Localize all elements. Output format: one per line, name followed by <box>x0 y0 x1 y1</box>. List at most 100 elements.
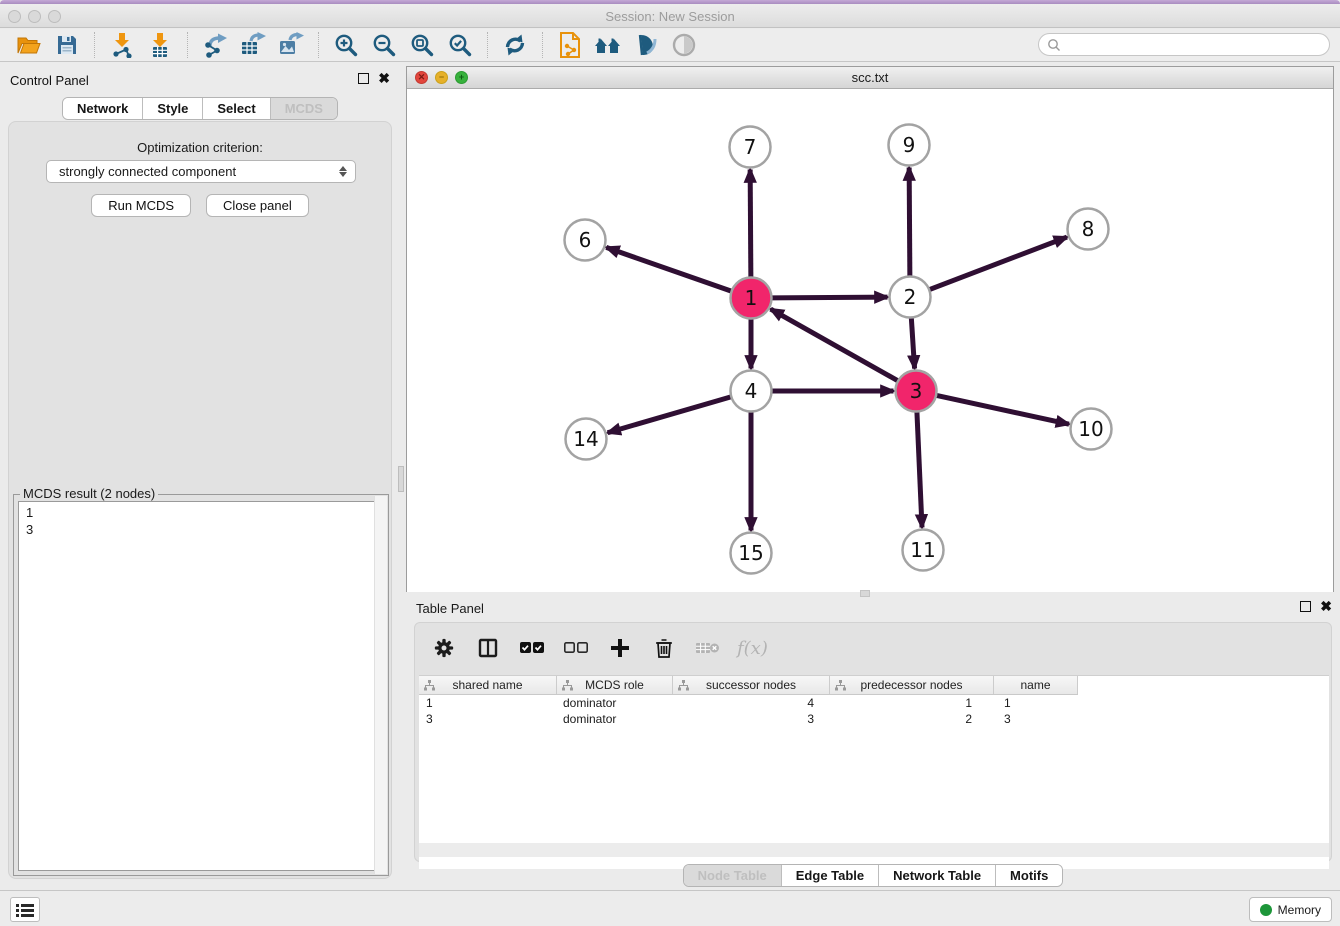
first-neighbors-icon[interactable] <box>593 31 623 59</box>
network-window-titlebar[interactable]: ✕ − + scc.txt <box>407 67 1333 89</box>
export-network-icon[interactable] <box>200 31 230 59</box>
column-header-name[interactable]: name <box>994 676 1078 694</box>
attribute-type-icon <box>562 680 573 691</box>
delete-icon[interactable] <box>649 634 679 662</box>
column-header-predecessor-nodes[interactable]: predecessor nodes <box>830 676 994 694</box>
close-panel-icon[interactable]: ✖ <box>378 73 390 84</box>
style-brush-icon[interactable] <box>631 31 661 59</box>
attribute-type-icon <box>678 680 689 691</box>
network-graph-canvas[interactable]: 7968124314101511 <box>407 89 1333 592</box>
toolbar-separator <box>542 32 543 58</box>
search-icon <box>1047 38 1061 52</box>
import-table-icon[interactable] <box>145 31 175 59</box>
mcds-result-scrollbar[interactable] <box>374 496 387 874</box>
column-header-mcds-role[interactable]: MCDS role <box>557 676 673 694</box>
export-image-icon[interactable] <box>276 31 306 59</box>
column-header-successor-nodes[interactable]: successor nodes <box>673 676 830 694</box>
table-toolbar: f(x) <box>429 631 768 665</box>
tab-style[interactable]: Style <box>143 98 203 119</box>
search-input[interactable] <box>1061 38 1329 52</box>
apply-layout-icon[interactable] <box>500 31 530 59</box>
toolbar-separator <box>94 32 95 58</box>
graph-edge-4-14[interactable] <box>608 397 732 433</box>
graph-edge-1-6[interactable] <box>606 247 731 291</box>
graph-edge-3-1[interactable] <box>771 309 899 381</box>
network-from-selection-icon[interactable] <box>555 31 585 59</box>
criterion-select[interactable]: strongly connected component <box>46 160 356 183</box>
float-panel-icon[interactable] <box>358 73 369 84</box>
tab-motifs[interactable]: Motifs <box>996 865 1062 886</box>
close-panel-button[interactable]: Close panel <box>206 194 309 217</box>
zoom-selected-icon[interactable] <box>445 31 475 59</box>
graph-edge-1-2[interactable] <box>771 297 887 298</box>
import-network-icon[interactable] <box>107 31 137 59</box>
graph-node-label: 10 <box>1078 417 1103 441</box>
table-hscroll-track[interactable] <box>419 843 1329 857</box>
search-field[interactable] <box>1038 33 1330 56</box>
attribute-type-icon <box>835 680 846 691</box>
graphics-details-icon[interactable] <box>669 31 699 59</box>
select-all-icon[interactable] <box>517 634 547 662</box>
column-panel-icon[interactable] <box>473 634 503 662</box>
open-file-icon[interactable] <box>14 31 44 59</box>
table-tabs: Node Table Edge Table Network Table Moti… <box>406 864 1340 887</box>
close-panel-icon[interactable]: ✖ <box>1320 601 1332 612</box>
node-table[interactable]: shared name MCDS role successor nodes pr… <box>419 675 1329 869</box>
table-cell: 1 <box>419 695 557 711</box>
add-column-icon[interactable] <box>605 634 635 662</box>
window-title: Session: New Session <box>0 9 1340 24</box>
graph-edge-3-10[interactable] <box>936 395 1069 424</box>
table-row[interactable]: 1dominator411 <box>419 695 1329 711</box>
graph-node-label: 8 <box>1082 217 1095 241</box>
tab-select[interactable]: Select <box>203 98 270 119</box>
table-cell: 4 <box>673 695 830 711</box>
node-table-panel: f(x) shared name MCDS role successor nod… <box>414 622 1332 862</box>
table-row[interactable]: 3dominator323 <box>419 711 1329 727</box>
table-body[interactable]: 1dominator4113dominator323 <box>419 695 1329 727</box>
select-stepper-icon <box>339 166 347 177</box>
optimization-criterion-label: Optimization criterion: <box>9 140 391 155</box>
graph-edge-3-11[interactable] <box>917 411 922 527</box>
gear-icon[interactable] <box>429 634 459 662</box>
graph-node-label: 9 <box>903 133 916 157</box>
horizontal-splitter-handle[interactable] <box>860 590 870 597</box>
graph-edge-2-9[interactable] <box>909 167 910 276</box>
run-mcds-button[interactable]: Run MCDS <box>91 194 191 217</box>
float-panel-icon[interactable] <box>1300 601 1311 612</box>
table-panel-title: Table Panel <box>416 601 484 616</box>
column-header-shared-name[interactable]: shared name <box>419 676 557 694</box>
task-history-button[interactable] <box>10 897 40 922</box>
network-view-window: ✕ − + scc.txt 7968124314101511 <box>406 66 1334 592</box>
tab-network[interactable]: Network <box>63 98 143 119</box>
table-header-row: shared name MCDS role successor nodes pr… <box>419 676 1078 695</box>
zoom-out-icon[interactable] <box>369 31 399 59</box>
graph-node-label: 11 <box>910 538 935 562</box>
list-icon <box>16 903 34 917</box>
graph-edge-1-7[interactable] <box>750 169 751 277</box>
tab-network-table[interactable]: Network Table <box>879 865 996 886</box>
control-panel-header: Control Panel ✖ <box>0 66 400 96</box>
zoom-fit-icon[interactable] <box>407 31 437 59</box>
graph-edge-2-8[interactable] <box>929 237 1067 290</box>
table-panel-header: Table Panel ✖ <box>406 598 1340 622</box>
tab-node-table[interactable]: Node Table <box>684 865 782 886</box>
vertical-splitter-handle[interactable] <box>398 466 404 492</box>
delete-table-icon <box>693 634 723 662</box>
tab-mcds[interactable]: MCDS <box>271 98 337 119</box>
table-cell: 1 <box>830 695 994 711</box>
deselect-all-icon[interactable] <box>561 634 591 662</box>
main-toolbar <box>0 29 1340 62</box>
function-builder-icon: f(x) <box>737 638 768 659</box>
mcds-result-text[interactable]: 1 3 <box>18 501 384 871</box>
graph-edge-2-3[interactable] <box>911 317 914 368</box>
tab-edge-table[interactable]: Edge Table <box>782 865 879 886</box>
export-table-icon[interactable] <box>238 31 268 59</box>
toolbar-separator <box>187 32 188 58</box>
graph-node-label: 7 <box>744 135 757 159</box>
table-cell: dominator <box>557 695 673 711</box>
memory-button[interactable]: Memory <box>1249 897 1332 922</box>
save-session-icon[interactable] <box>52 31 82 59</box>
zoom-in-icon[interactable] <box>331 31 361 59</box>
table-cell: 3 <box>673 711 830 727</box>
control-panel-tabs: Network Style Select MCDS <box>0 97 400 120</box>
